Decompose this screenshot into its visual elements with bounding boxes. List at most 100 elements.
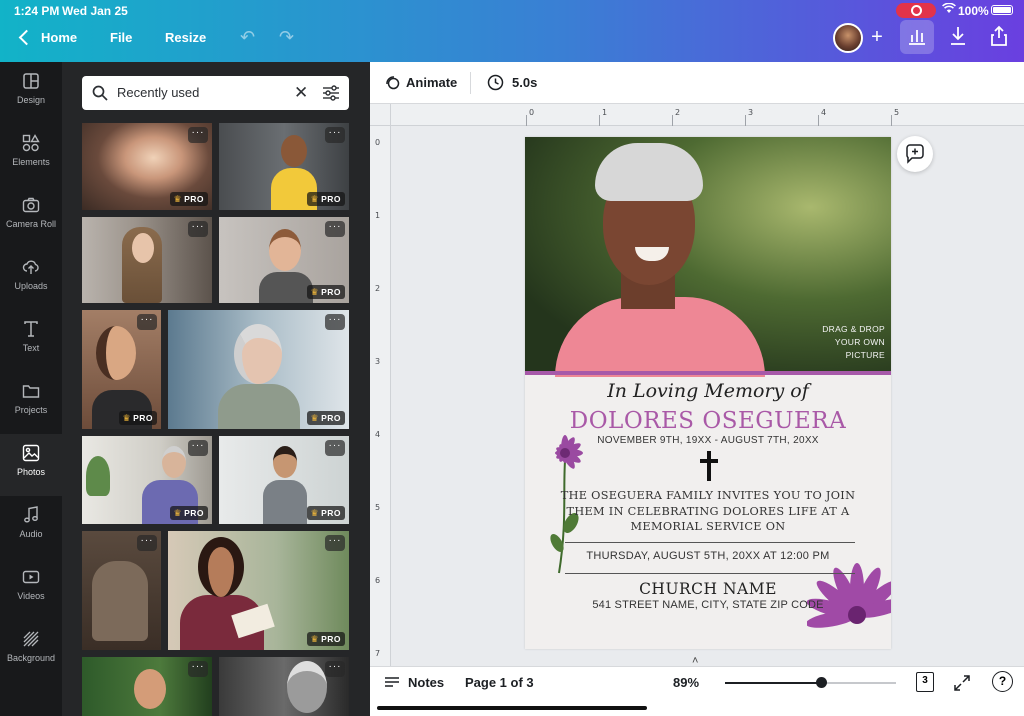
portrait-photo[interactable]: DRAG & DROP YOUR OWN PICTURE [525, 137, 891, 377]
photo-thumbnail[interactable]: ··· PRO [219, 436, 349, 524]
cross-icon[interactable] [699, 451, 719, 481]
sidebar-item-camera-roll[interactable]: Camera Roll [0, 186, 62, 248]
shapes-icon [22, 134, 40, 152]
church-address[interactable]: 541 STREET NAME, CITY, STATE ZIP CODE [525, 599, 891, 611]
comment-plus-icon [906, 144, 924, 164]
zoom-slider-fill [725, 682, 821, 684]
editor-toolbar: Animate 5.0s [370, 62, 1024, 104]
pro-badge: PRO [306, 632, 345, 646]
ruler-corner [370, 104, 391, 126]
sidebar-item-design[interactable]: Design [0, 62, 62, 124]
status-date: Wed Jan 25 [62, 4, 128, 18]
animate-button[interactable]: Animate [384, 74, 457, 90]
search-input[interactable]: Recently used ✕ [82, 76, 349, 110]
sidebar-item-background[interactable]: Background [0, 620, 62, 682]
sidebar-item-label: Videos [17, 591, 45, 601]
photo-thumbnail[interactable]: ··· [219, 657, 349, 716]
pro-badge: PRO [169, 506, 208, 520]
ruler-number: 7 [375, 649, 381, 658]
battery-icon [991, 5, 1013, 15]
design-page[interactable]: DRAG & DROP YOUR OWN PICTURE In Loving M… [525, 137, 891, 649]
more-options-icon[interactable]: ··· [325, 221, 345, 237]
sidebar-item-videos[interactable]: Videos [0, 558, 62, 620]
page-indicator[interactable]: Page 1 of 3 [465, 675, 534, 690]
image-icon [22, 444, 40, 462]
share-icon[interactable] [989, 24, 1009, 48]
photo-thumbnail[interactable]: ··· [82, 657, 212, 716]
search-icon [92, 85, 108, 101]
ruler-number: 1 [602, 108, 608, 117]
close-icon[interactable]: ✕ [294, 83, 308, 103]
chevron-left-icon[interactable] [16, 28, 34, 48]
ruler-number: 6 [375, 576, 381, 585]
more-options-icon[interactable]: ··· [188, 661, 208, 677]
more-options-icon[interactable]: ··· [325, 661, 345, 677]
deceased-name[interactable]: DOLORES OSEGUERA [525, 408, 891, 434]
ruler-number: 3 [748, 108, 754, 117]
photo-thumbnail[interactable]: ··· PRO [168, 310, 349, 429]
vertical-ruler[interactable]: 0 1 2 3 4 5 6 7 [370, 126, 391, 666]
notes-button[interactable]: Notes [384, 675, 444, 690]
church-name[interactable]: CHURCH NAME [525, 580, 891, 598]
photo-thumbnail[interactable]: ··· [82, 531, 161, 650]
more-options-icon[interactable]: ··· [325, 127, 345, 143]
photo-thumbnail[interactable]: ··· PRO [219, 123, 349, 210]
avatar[interactable] [833, 23, 863, 53]
zoom-slider-thumb[interactable] [815, 677, 827, 688]
more-options-icon[interactable]: ··· [325, 314, 345, 330]
home-button[interactable]: Home [41, 30, 77, 45]
more-options-icon[interactable]: ··· [188, 440, 208, 456]
horizontal-ruler[interactable]: 0 1 2 3 4 5 [391, 104, 1024, 126]
redo-icon[interactable]: ↷ [279, 27, 294, 48]
help-button[interactable]: ? [992, 671, 1013, 692]
sidebar-item-photos[interactable]: Photos [0, 434, 62, 496]
invite-line: THE OSEGUERA FAMILY INVITES YOU TO JOIN [560, 489, 856, 502]
add-comment-button[interactable] [897, 136, 933, 172]
plus-icon[interactable]: + [866, 26, 888, 49]
sidebar-item-uploads[interactable]: Uploads [0, 248, 62, 310]
photo-thumbnail[interactable]: ··· PRO [82, 436, 212, 524]
more-options-icon[interactable]: ··· [188, 221, 208, 237]
ruler-number: 2 [375, 284, 381, 293]
sidebar-item-text[interactable]: Text [0, 310, 62, 372]
wifi-icon [942, 2, 956, 17]
resize-button[interactable]: Resize [165, 30, 206, 45]
sidebar-item-label: Photos [16, 467, 46, 477]
more-options-icon[interactable]: ··· [325, 535, 345, 551]
notes-icon [385, 677, 399, 687]
file-menu-button[interactable]: File [110, 30, 132, 45]
photo-thumbnail[interactable]: ··· PRO [168, 531, 349, 650]
invitation-text[interactable]: THE OSEGUERA FAMILY INVITES YOU TO JOIN … [555, 488, 861, 535]
more-options-icon[interactable]: ··· [188, 127, 208, 143]
photo-thumbnail[interactable]: ··· PRO [82, 123, 212, 210]
sidebar-item-label: Camera Roll [5, 219, 56, 229]
download-icon[interactable] [948, 24, 968, 48]
undo-icon[interactable]: ↶ [240, 27, 255, 48]
divider-line [565, 542, 855, 543]
filter-icon[interactable] [322, 84, 340, 102]
sidebar-item-projects[interactable]: Projects [0, 372, 62, 434]
photo-thumbnail[interactable]: ··· PRO [82, 310, 161, 429]
life-dates[interactable]: NOVEMBER 9TH, 19XX - AUGUST 7TH, 20XX [525, 435, 891, 446]
photo-shirt [555, 297, 765, 377]
more-options-icon[interactable]: ··· [137, 535, 157, 551]
photo-thumbnail[interactable]: ··· PRO [219, 217, 349, 303]
bar-chart-icon[interactable] [900, 20, 934, 54]
service-datetime[interactable]: THURSDAY, AUGUST 5TH, 20XX AT 12:00 PM [525, 550, 891, 562]
ruler-tick [599, 115, 600, 126]
expand-icon[interactable] [953, 674, 971, 692]
duration-button[interactable]: 5.0s [487, 74, 537, 91]
photo-hair [595, 143, 703, 201]
zoom-slider[interactable] [725, 677, 896, 688]
sidebar-item-audio[interactable]: Audio [0, 496, 62, 558]
photo-thumbnail[interactable]: ··· [82, 217, 212, 303]
memorial-heading[interactable]: In Loving Memory of [525, 380, 891, 402]
sidebar-item-elements[interactable]: Elements [0, 124, 62, 186]
more-options-icon[interactable]: ··· [325, 440, 345, 456]
ruler-tick [526, 115, 527, 126]
zoom-level[interactable]: 89% [673, 675, 699, 690]
pro-badge: PRO [306, 285, 345, 299]
search-value: Recently used [117, 85, 200, 100]
page-count-button[interactable]: 3 [916, 672, 934, 692]
more-options-icon[interactable]: ··· [137, 314, 157, 330]
